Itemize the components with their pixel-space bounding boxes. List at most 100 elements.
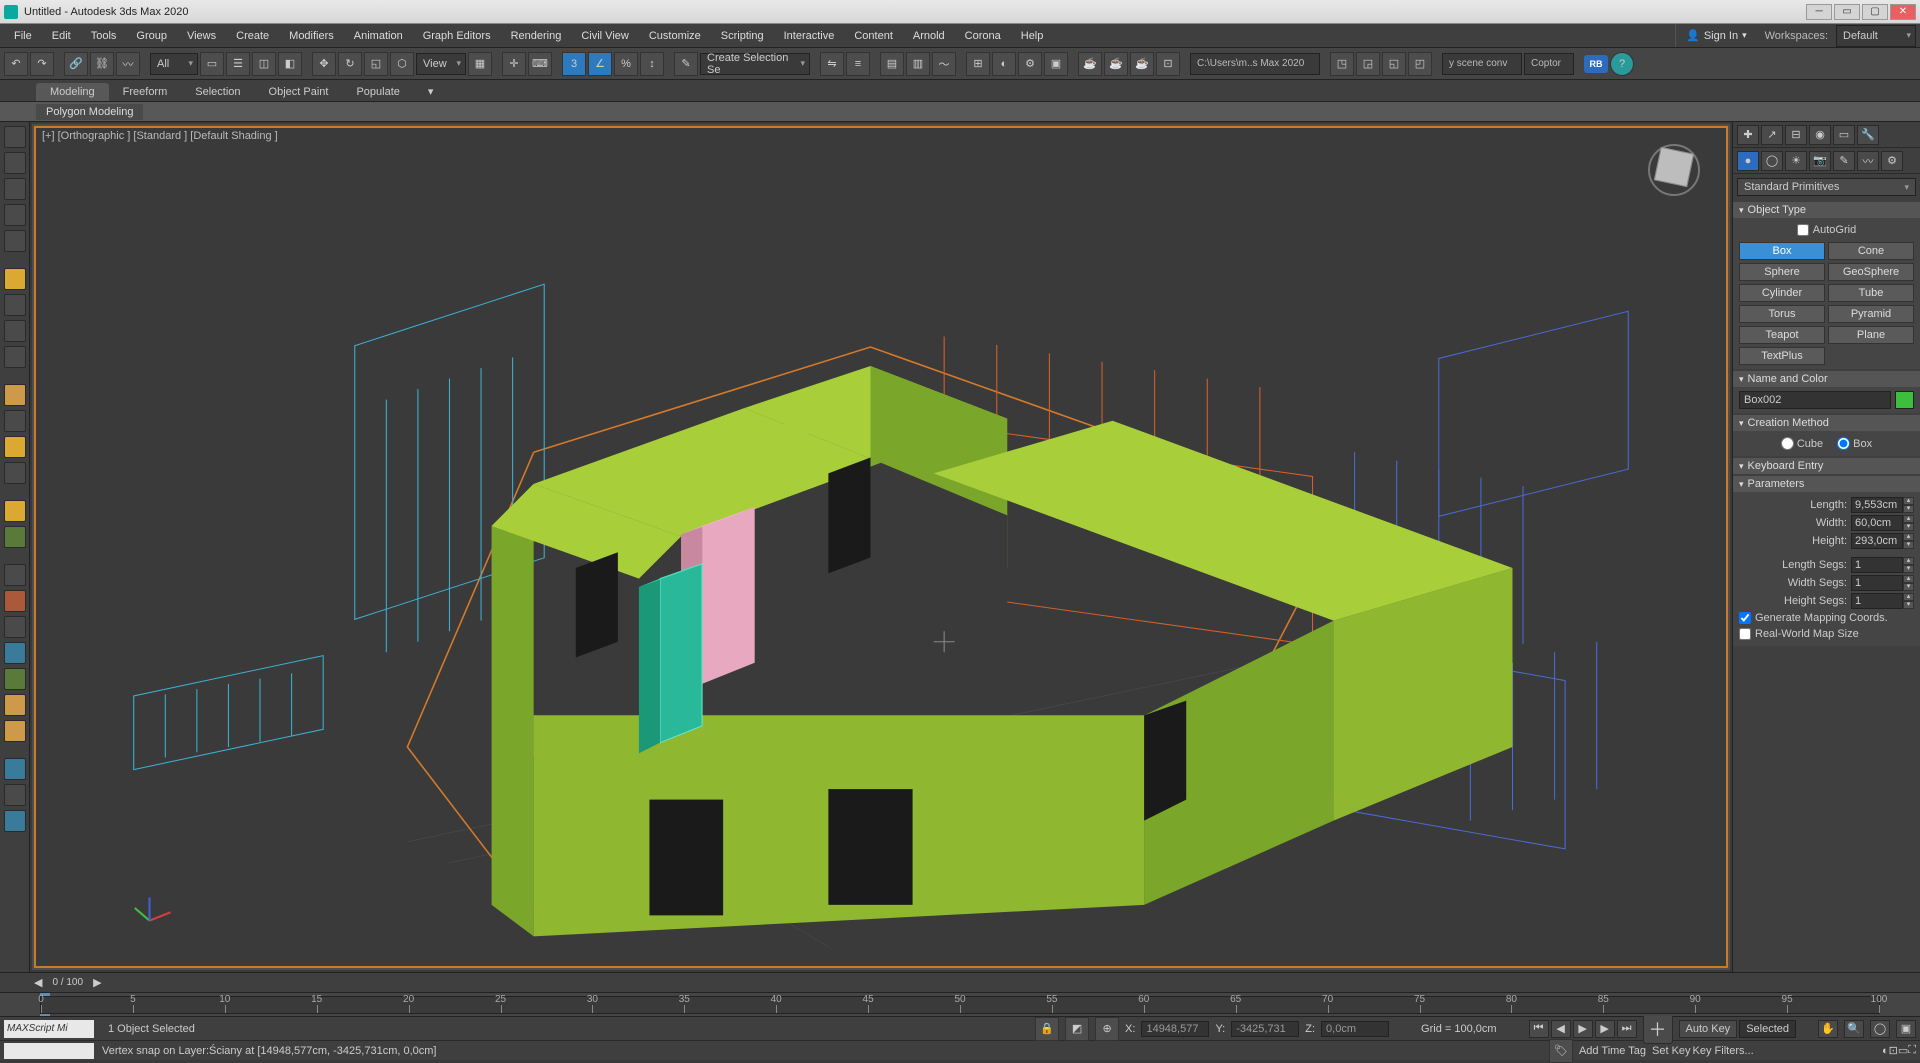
- ref-coord-dropdown[interactable]: View: [416, 53, 466, 75]
- hseg-input[interactable]: [1851, 593, 1903, 609]
- ribbon-expand-icon[interactable]: ▾: [414, 82, 448, 101]
- left-tool-measure[interactable]: [4, 616, 26, 638]
- scale-button[interactable]: ◱: [364, 52, 388, 76]
- prim-plane[interactable]: Plane: [1828, 326, 1914, 344]
- utilities-tab-icon[interactable]: 🔧: [1857, 125, 1879, 145]
- menu-file[interactable]: File: [4, 24, 42, 47]
- play-icon[interactable]: ▶: [1573, 1020, 1593, 1038]
- coord-y[interactable]: -3425,731: [1231, 1021, 1299, 1037]
- rollout-parameters[interactable]: Parameters: [1733, 476, 1920, 492]
- help-icon[interactable]: ?: [1610, 52, 1634, 76]
- rollout-keyboard-entry[interactable]: Keyboard Entry: [1733, 458, 1920, 474]
- corona-btn3[interactable]: ◱: [1382, 52, 1406, 76]
- prim-pyramid[interactable]: Pyramid: [1828, 305, 1914, 323]
- prim-teapot[interactable]: Teapot: [1739, 326, 1825, 344]
- left-tool-3[interactable]: [4, 178, 26, 200]
- menu-edit[interactable]: Edit: [42, 24, 81, 47]
- nav-maximize-icon[interactable]: ▣: [1896, 1020, 1916, 1038]
- time-tag-icon[interactable]: 🏷: [1549, 1039, 1573, 1063]
- left-tool-tree[interactable]: [4, 526, 26, 548]
- menu-animation[interactable]: Animation: [344, 24, 413, 47]
- left-tool-rock2[interactable]: [4, 720, 26, 742]
- object-color-swatch[interactable]: [1895, 391, 1914, 409]
- unlink-button[interactable]: ⛓: [90, 52, 114, 76]
- viewport[interactable]: [+] [Orthographic ] [Standard ] [Default…: [32, 124, 1730, 970]
- spinner-snap-button[interactable]: ↕: [640, 52, 664, 76]
- left-tool-4[interactable]: [4, 204, 26, 226]
- menu-group[interactable]: Group: [126, 24, 177, 47]
- prim-box[interactable]: Box: [1739, 242, 1825, 260]
- maxscript-listener-2[interactable]: [4, 1043, 94, 1059]
- setkey-button[interactable]: Set Key: [1652, 1045, 1691, 1057]
- prim-geosphere[interactable]: GeoSphere: [1828, 263, 1914, 281]
- cameras-icon[interactable]: 📷: [1809, 151, 1831, 171]
- isolate-icon[interactable]: ◩: [1065, 1017, 1089, 1041]
- menu-corona[interactable]: Corona: [955, 24, 1011, 47]
- selection-lock-icon[interactable]: 🔒: [1035, 1017, 1059, 1041]
- coord-x[interactable]: 14948,577: [1141, 1021, 1209, 1037]
- lseg-input[interactable]: [1851, 557, 1903, 573]
- shapes-icon[interactable]: ◯: [1761, 151, 1783, 171]
- timeslider-frame-label[interactable]: 0 / 100: [52, 977, 83, 988]
- close-button[interactable]: ✕: [1890, 4, 1916, 20]
- left-tool-sphere3[interactable]: [4, 436, 26, 458]
- timeslider-left-icon[interactable]: ◀: [30, 976, 46, 989]
- workspaces-dropdown[interactable]: Default: [1836, 25, 1916, 47]
- ribbon-tab-selection[interactable]: Selection: [181, 83, 254, 101]
- pivot-center-button[interactable]: ▦: [468, 52, 492, 76]
- set-key-big-button[interactable]: ＋: [1643, 1014, 1673, 1044]
- height-input[interactable]: [1851, 533, 1903, 549]
- ribbon-tab-populate[interactable]: Populate: [342, 83, 413, 101]
- maxscript-listener[interactable]: MAXScript Mi: [4, 1020, 94, 1038]
- user-badge[interactable]: RB: [1584, 55, 1608, 73]
- nav-fov-icon[interactable]: ◐: [1882, 1045, 1889, 1057]
- geometry-icon[interactable]: ●: [1737, 151, 1759, 171]
- primitive-category-dropdown[interactable]: Standard Primitives: [1737, 178, 1916, 196]
- create-tab-icon[interactable]: ✚: [1737, 125, 1759, 145]
- wseg-spinner[interactable]: ▴▾: [1903, 575, 1914, 591]
- menu-tools[interactable]: Tools: [81, 24, 127, 47]
- ribbon-tab-modeling[interactable]: Modeling: [36, 83, 109, 101]
- menu-modifiers[interactable]: Modifiers: [279, 24, 344, 47]
- menu-help[interactable]: Help: [1011, 24, 1054, 47]
- nav-zoom-ext-icon[interactable]: ⊡: [1889, 1044, 1898, 1057]
- select-by-name-button[interactable]: ☰: [226, 52, 250, 76]
- width-spinner[interactable]: ▴▾: [1903, 515, 1914, 531]
- maximize-button[interactable]: ▢: [1862, 4, 1888, 20]
- left-tool-1[interactable]: [4, 126, 26, 148]
- width-input[interactable]: [1851, 515, 1903, 531]
- lights-icon[interactable]: ☀: [1785, 151, 1807, 171]
- align-button[interactable]: ≡: [846, 52, 870, 76]
- selection-filter-dropdown[interactable]: All: [150, 53, 198, 75]
- menu-graph-editors[interactable]: Graph Editors: [413, 24, 501, 47]
- rectangle-region-button[interactable]: ◫: [252, 52, 276, 76]
- coptor-field[interactable]: Coptor: [1524, 53, 1574, 75]
- bind-spacewarp-button[interactable]: 〰: [116, 52, 140, 76]
- left-tool-6[interactable]: [4, 294, 26, 316]
- left-tool-globe[interactable]: [4, 758, 26, 780]
- object-name-input[interactable]: [1739, 391, 1891, 409]
- goto-start-icon[interactable]: ⏮: [1529, 1020, 1549, 1038]
- material-editor-button[interactable]: ◐: [992, 52, 1016, 76]
- render-frame-button[interactable]: ▣: [1044, 52, 1068, 76]
- gen-mapping-checkbox[interactable]: Generate Mapping Coords.: [1739, 610, 1914, 626]
- left-tool-gear[interactable]: [4, 642, 26, 664]
- menu-scripting[interactable]: Scripting: [711, 24, 774, 47]
- menu-arnold[interactable]: Arnold: [903, 24, 955, 47]
- wseg-input[interactable]: [1851, 575, 1903, 591]
- display-tab-icon[interactable]: ▭: [1833, 125, 1855, 145]
- scene-converter[interactable]: y scene conv: [1442, 53, 1522, 75]
- prev-frame-icon[interactable]: ◀: [1551, 1020, 1571, 1038]
- left-tool-sphere2[interactable]: [4, 410, 26, 432]
- prim-cone[interactable]: Cone: [1828, 242, 1914, 260]
- left-tool-cam[interactable]: [4, 784, 26, 806]
- ribbon-tab-freeform[interactable]: Freeform: [109, 83, 182, 101]
- left-tool-8[interactable]: [4, 346, 26, 368]
- left-tool-light[interactable]: [4, 268, 26, 290]
- menu-content[interactable]: Content: [844, 24, 903, 47]
- render-button[interactable]: ☕: [1078, 52, 1102, 76]
- menu-views[interactable]: Views: [177, 24, 226, 47]
- layer-explorer-button[interactable]: ▤: [880, 52, 904, 76]
- coord-z[interactable]: 0,0cm: [1321, 1021, 1389, 1037]
- move-button[interactable]: ✥: [312, 52, 336, 76]
